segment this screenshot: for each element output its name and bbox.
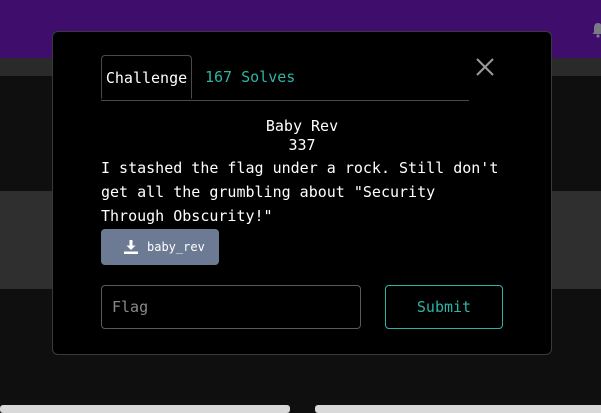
flag-input[interactable]	[101, 285, 361, 329]
modal-tabs: Challenge 167 Solves	[101, 55, 469, 101]
challenge-modal: Challenge 167 Solves Baby Rev 337 I stas…	[52, 31, 552, 355]
challenge-description: I stashed the flag under a rock. Still d…	[101, 159, 499, 225]
file-name: baby_rev	[147, 240, 205, 254]
download-file-button[interactable]: baby_rev	[101, 229, 219, 265]
close-icon[interactable]	[473, 55, 497, 79]
bell-icon[interactable]	[590, 22, 601, 38]
submit-button[interactable]: Submit	[385, 285, 503, 329]
challenge-card[interactable]	[0, 405, 290, 413]
download-icon	[124, 240, 138, 254]
challenge-name: Baby Rev	[265, 117, 339, 135]
challenge-points: 337	[288, 136, 316, 154]
challenge-card[interactable]	[315, 405, 601, 413]
tab-challenge[interactable]: Challenge	[101, 55, 192, 99]
tab-solves[interactable]: 167 Solves	[205, 55, 295, 99]
